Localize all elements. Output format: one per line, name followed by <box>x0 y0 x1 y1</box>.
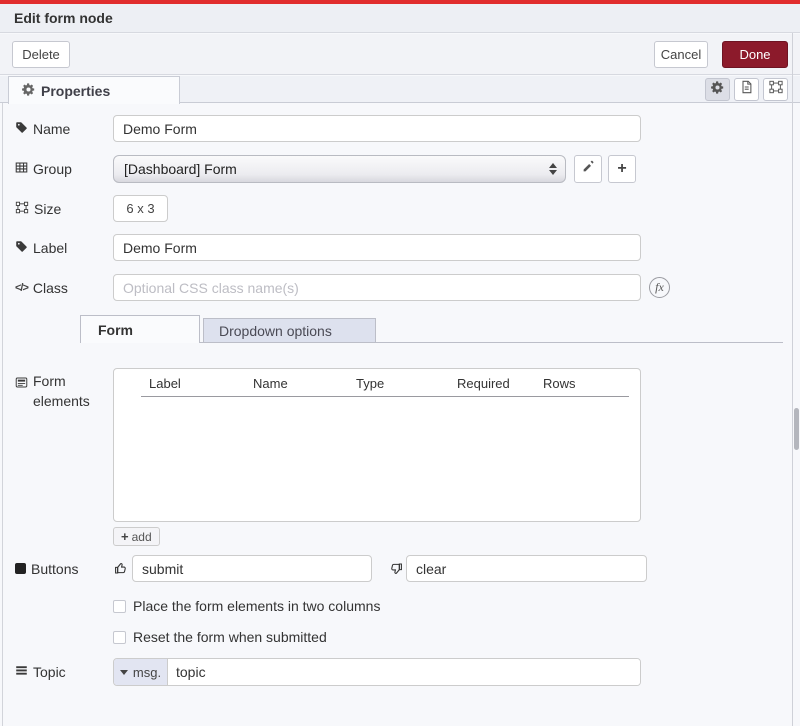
delete-button[interactable]: Delete <box>12 41 70 68</box>
topic-input[interactable] <box>168 659 640 685</box>
tasks-icon <box>15 664 28 680</box>
column-header-name: Name <box>253 376 288 391</box>
reset-label: Reset the form when submitted <box>133 629 327 645</box>
tab-properties[interactable]: Properties <box>8 76 180 104</box>
buttons-label: Buttons <box>15 561 113 577</box>
list-alt-icon <box>15 374 28 394</box>
topic-label: Topic <box>15 664 113 680</box>
edit-form-node-dialog: Edit form node Delete Cancel Done Proper… <box>0 0 800 726</box>
label-label: Label <box>15 240 113 256</box>
name-input[interactable] <box>113 115 641 142</box>
dialog-toolbar: Delete Cancel Done <box>0 34 800 75</box>
properties-panel: Name Group [Dashboard] Form + <box>0 103 800 726</box>
object-group-icon <box>15 201 29 217</box>
class-input[interactable] <box>113 274 641 301</box>
name-row: Name <box>15 115 641 142</box>
node-properties-button[interactable] <box>705 78 730 101</box>
thumbs-up-icon <box>113 561 130 576</box>
node-description-button[interactable] <box>734 78 759 101</box>
group-row: Group [Dashboard] Form + <box>15 155 636 183</box>
two-columns-option: Place the form elements in two columns <box>113 598 380 614</box>
gear-icon <box>711 81 724 99</box>
edit-group-button[interactable] <box>574 155 602 183</box>
two-columns-checkbox[interactable] <box>113 600 126 613</box>
class-row: </> Class fx <box>15 274 670 301</box>
two-columns-label: Place the form elements in two columns <box>133 598 380 614</box>
tab-properties-label: Properties <box>41 83 110 99</box>
submit-button-input[interactable] <box>132 555 372 582</box>
size-button[interactable]: 6 x 3 <box>113 195 168 222</box>
select-caret-icon <box>549 163 557 175</box>
plus-icon: + <box>121 529 129 544</box>
dialog-header: Edit form node <box>0 4 800 33</box>
document-icon <box>740 80 753 99</box>
group-select[interactable]: [Dashboard] Form <box>113 155 566 183</box>
topic-row: Topic msg. <box>15 658 641 686</box>
cancel-button[interactable]: Cancel <box>654 41 708 68</box>
dialog-title: Edit form node <box>14 10 113 26</box>
topic-typed-input: msg. <box>113 658 641 686</box>
column-header-rows: Rows <box>543 376 576 391</box>
name-label: Name <box>15 121 113 137</box>
reset-option: Reset the form when submitted <box>113 629 327 645</box>
form-elements-label: Form elements <box>15 371 111 411</box>
vertical-scrollbar[interactable] <box>794 408 799 450</box>
column-header-label: Label <box>149 376 181 391</box>
column-header-type: Type <box>356 376 384 391</box>
code-icon: </> <box>15 282 28 294</box>
square-icon <box>15 563 26 574</box>
size-label: Size <box>15 201 113 217</box>
editor-tab-bar: Properties <box>0 76 800 103</box>
chevron-down-icon <box>120 670 128 675</box>
add-group-button[interactable]: + <box>608 155 636 183</box>
group-label: Group <box>15 161 113 177</box>
tag-icon <box>15 240 28 256</box>
gear-icon <box>22 83 35 99</box>
fx-button[interactable]: fx <box>649 277 670 298</box>
plus-icon: + <box>617 161 626 177</box>
topic-type-button[interactable]: msg. <box>114 659 168 685</box>
node-appearance-button[interactable] <box>763 78 788 101</box>
tab-dropdown-options[interactable]: Dropdown options <box>203 318 376 342</box>
tray-icon-buttons <box>705 78 788 101</box>
column-header-required: Required <box>457 376 510 391</box>
clear-button-input[interactable] <box>406 555 647 582</box>
tag-icon <box>15 121 28 137</box>
pencil-icon <box>582 160 595 178</box>
form-elements-list[interactable]: Label Name Type Required Rows <box>113 368 641 522</box>
thumbs-down-icon <box>387 561 404 576</box>
label-input[interactable] <box>113 234 641 261</box>
header-divider <box>141 396 629 397</box>
panel-right-edge <box>792 33 793 726</box>
panel-left-edge <box>2 103 3 726</box>
add-element-button[interactable]: + add <box>113 527 160 546</box>
label-row: Label <box>15 234 641 261</box>
tab-form[interactable]: Form <box>80 315 200 343</box>
size-row: Size 6 x 3 <box>15 195 168 222</box>
done-button[interactable]: Done <box>722 41 788 68</box>
object-group-icon <box>769 80 783 99</box>
class-label: </> Class <box>15 280 113 296</box>
reset-checkbox[interactable] <box>113 631 126 644</box>
buttons-row: Buttons <box>15 555 647 582</box>
table-icon <box>15 161 28 177</box>
